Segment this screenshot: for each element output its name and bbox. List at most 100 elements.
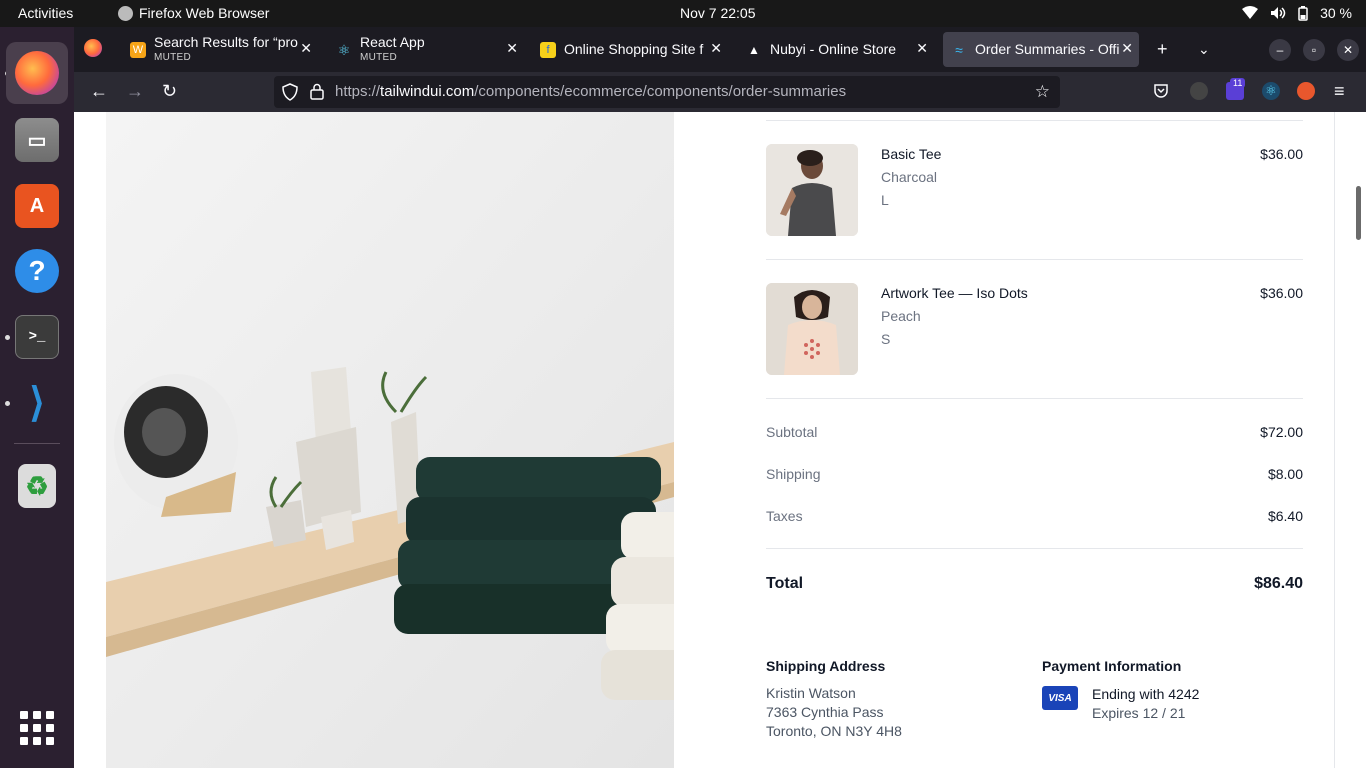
close-tab-icon[interactable]: ✕ (916, 40, 928, 57)
dock-help[interactable]: ? (6, 240, 68, 302)
dock-firefox[interactable] (6, 42, 68, 104)
shipping-label: Shipping (766, 466, 821, 482)
firefox-view-button[interactable] (84, 39, 102, 57)
order-summary: Basic Tee Charcoal L $36.00 Artwork Tee … (766, 112, 1303, 768)
tab-muted-label: MUTED (360, 52, 398, 63)
flipkart-icon: f (540, 42, 556, 58)
close-tab-icon[interactable]: ✕ (506, 40, 518, 57)
tab-title: Search Results for “pro (154, 34, 298, 50)
shipping-address-title: Shipping Address (766, 658, 886, 674)
bookmark-star-icon[interactable]: ☆ (1035, 82, 1050, 102)
extension-dark-icon[interactable] (1190, 82, 1208, 100)
tab-bar: W Search Results for “pro MUTED ✕ ⚛ Reac… (74, 27, 1366, 72)
show-apps-icon[interactable] (20, 711, 54, 745)
system-tray[interactable]: 30 % (1242, 5, 1352, 21)
lock-icon[interactable] (310, 83, 324, 100)
divider (766, 398, 1303, 399)
product-color: Charcoal (881, 169, 938, 185)
subtotal-label: Subtotal (766, 424, 818, 440)
system-top-bar: Activities Firefox Web Browser Nov 7 22:… (0, 0, 1366, 27)
dock-app-store[interactable]: A (6, 175, 68, 237)
product-thumbnail (766, 283, 858, 375)
close-tab-icon[interactable]: ✕ (710, 40, 722, 57)
order-item: Basic Tee Charcoal L $36.00 (766, 144, 1303, 236)
tab-online-shopping[interactable]: f Online Shopping Site f ✕ (532, 32, 728, 67)
app-store-icon: A (15, 184, 59, 228)
nubyi-icon: ▲ (748, 43, 760, 57)
terminal-icon: >_ (15, 315, 59, 359)
address-name: Kristin Watson (766, 685, 856, 701)
tab-muted-label: MUTED (154, 52, 192, 63)
files-icon: ▭ (15, 118, 59, 162)
url-text[interactable]: https://tailwindui.com/components/ecomme… (335, 83, 846, 100)
list-all-tabs-chevron-icon[interactable]: ⌄ (1198, 41, 1210, 58)
clock[interactable]: Nov 7 22:05 (680, 5, 756, 21)
minimize-window-button[interactable]: – (1269, 39, 1291, 61)
tab-title: Online Shopping Site f (564, 41, 704, 57)
extension-orange-icon[interactable] (1297, 82, 1315, 100)
battery-icon (1298, 5, 1308, 21)
firefox-icon (15, 51, 59, 95)
tab-title: React App (360, 34, 425, 50)
wifi-icon (1242, 6, 1259, 19)
dock-files[interactable]: ▭ (6, 109, 68, 171)
card-expiry: Expires 12 / 21 (1092, 705, 1186, 721)
card-ending: Ending with 4242 (1092, 686, 1200, 702)
app-menu-label: Firefox Web Browser (139, 5, 270, 21)
dock: ▭ A ? >_ ⟩ ♻ (0, 27, 74, 768)
hamburger-menu-icon[interactable]: ≡ (1334, 81, 1345, 102)
address-bar[interactable]: https://tailwindui.com/components/ecomme… (274, 76, 1060, 108)
product-size: L (881, 192, 889, 208)
tracking-protection-shield-icon[interactable] (282, 83, 298, 101)
dock-separator (14, 443, 60, 444)
tab-nubyi[interactable]: ▲ Nubyi - Online Store ✕ (738, 32, 934, 67)
reload-icon[interactable]: ↻ (162, 81, 177, 102)
battery-percent: 30 % (1320, 5, 1352, 21)
forward-arrow-icon[interactable]: → (126, 81, 144, 102)
shipping-value: $8.00 (1267, 466, 1303, 482)
divider (766, 548, 1303, 549)
activities-button[interactable]: Activities (18, 5, 73, 21)
order-item: Artwork Tee — Iso Dots Peach S $36.00 (766, 283, 1303, 375)
page-scrollbar[interactable] (1356, 186, 1361, 240)
app-menu[interactable]: Firefox Web Browser (118, 5, 269, 21)
react-icon: ⚛ (337, 41, 351, 58)
address-street: 7363 Cynthia Pass (766, 704, 884, 720)
divider (766, 120, 1303, 121)
tab-react-app[interactable]: ⚛ React App MUTED ✕ (328, 32, 524, 67)
back-arrow-icon[interactable]: ← (90, 81, 108, 102)
product-name[interactable]: Artwork Tee — Iso Dots (881, 285, 1028, 301)
panel-border (1334, 112, 1335, 768)
total-value: $86.40 (1254, 575, 1303, 592)
dock-terminal[interactable]: >_ (6, 306, 68, 368)
divider (766, 259, 1303, 260)
new-tab-button[interactable]: + (1157, 39, 1168, 60)
close-tab-icon[interactable]: ✕ (300, 40, 312, 57)
product-price: $36.00 (1260, 285, 1303, 301)
payment-information: Payment Information VISA Ending with 424… (1042, 658, 1302, 721)
product-lifestyle-image (106, 112, 674, 768)
maximize-window-button[interactable]: ▫ (1303, 39, 1325, 61)
pocket-icon[interactable] (1153, 83, 1169, 99)
page-content: Basic Tee Charcoal L $36.00 Artwork Tee … (74, 112, 1366, 768)
product-name[interactable]: Basic Tee (881, 146, 941, 162)
react-devtools-icon[interactable]: ⚛ (1262, 82, 1280, 100)
subtotal-value: $72.00 (1260, 424, 1303, 440)
address-city: Toronto, ON N3Y 4H8 (766, 723, 902, 739)
help-icon: ? (15, 249, 59, 293)
tab-order-summaries[interactable]: ≈ Order Summaries - Offi ✕ (943, 32, 1139, 67)
trash-icon: ♻ (18, 464, 56, 508)
product-price: $36.00 (1260, 146, 1303, 162)
tab-title: Order Summaries - Offi (975, 41, 1120, 57)
total-label: Total (766, 575, 804, 592)
close-tab-icon[interactable]: ✕ (1121, 40, 1133, 57)
vscode-icon: ⟩ (29, 381, 45, 425)
dock-vscode[interactable]: ⟩ (6, 372, 68, 434)
payment-information-title: Payment Information (1042, 658, 1182, 674)
close-window-button[interactable]: ✕ (1337, 39, 1359, 61)
taxes-label: Taxes (766, 508, 803, 524)
product-color: Peach (881, 308, 921, 324)
shipping-address: Shipping Address Kristin Watson 7363 Cyn… (766, 658, 1026, 741)
tab-search-results[interactable]: W Search Results for “pro MUTED ✕ (122, 32, 318, 67)
dock-trash[interactable]: ♻ (6, 455, 68, 517)
